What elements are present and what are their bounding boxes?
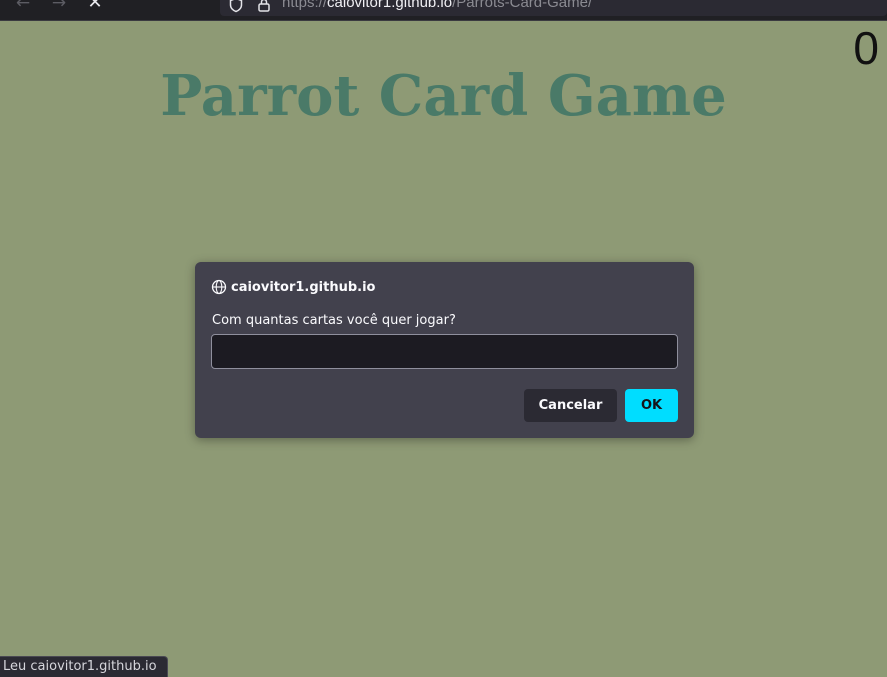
dialog-header: caiovitor1.github.io xyxy=(211,278,375,296)
ok-button[interactable]: OK xyxy=(625,389,678,422)
card-count-input[interactable] xyxy=(211,334,678,369)
stop-loading-icon[interactable]: ✕ xyxy=(83,0,107,14)
cancel-button[interactable]: Cancelar xyxy=(524,389,617,422)
status-bar: Leu caiovitor1.github.io xyxy=(0,656,168,677)
browser-toolbar: ← → ✕ https://caiovitor1.github.io/Parro… xyxy=(0,0,887,21)
forward-arrow-icon[interactable]: → xyxy=(47,0,71,14)
globe-icon xyxy=(211,279,227,295)
dialog-origin: caiovitor1.github.io xyxy=(231,279,376,295)
url-path: /Parrots-Card-Game/ xyxy=(452,0,593,11)
dialog-message: Com quantas cartas você quer jogar? xyxy=(212,313,456,328)
url-scheme: https:// xyxy=(282,0,328,11)
prompt-dialog: caiovitor1.github.io Com quantas cartas … xyxy=(195,262,694,438)
page-title: Parrot Card Game xyxy=(160,63,727,129)
back-arrow-icon[interactable]: ← xyxy=(11,0,35,14)
address-bar[interactable]: https://caiovitor1.github.io/Parrots-Car… xyxy=(220,0,887,16)
url-host: caiovitor1.github.io xyxy=(327,0,453,11)
url-text: https://caiovitor1.github.io/Parrots-Car… xyxy=(282,0,592,12)
lock-icon[interactable] xyxy=(256,0,272,13)
shield-icon[interactable] xyxy=(228,0,244,13)
